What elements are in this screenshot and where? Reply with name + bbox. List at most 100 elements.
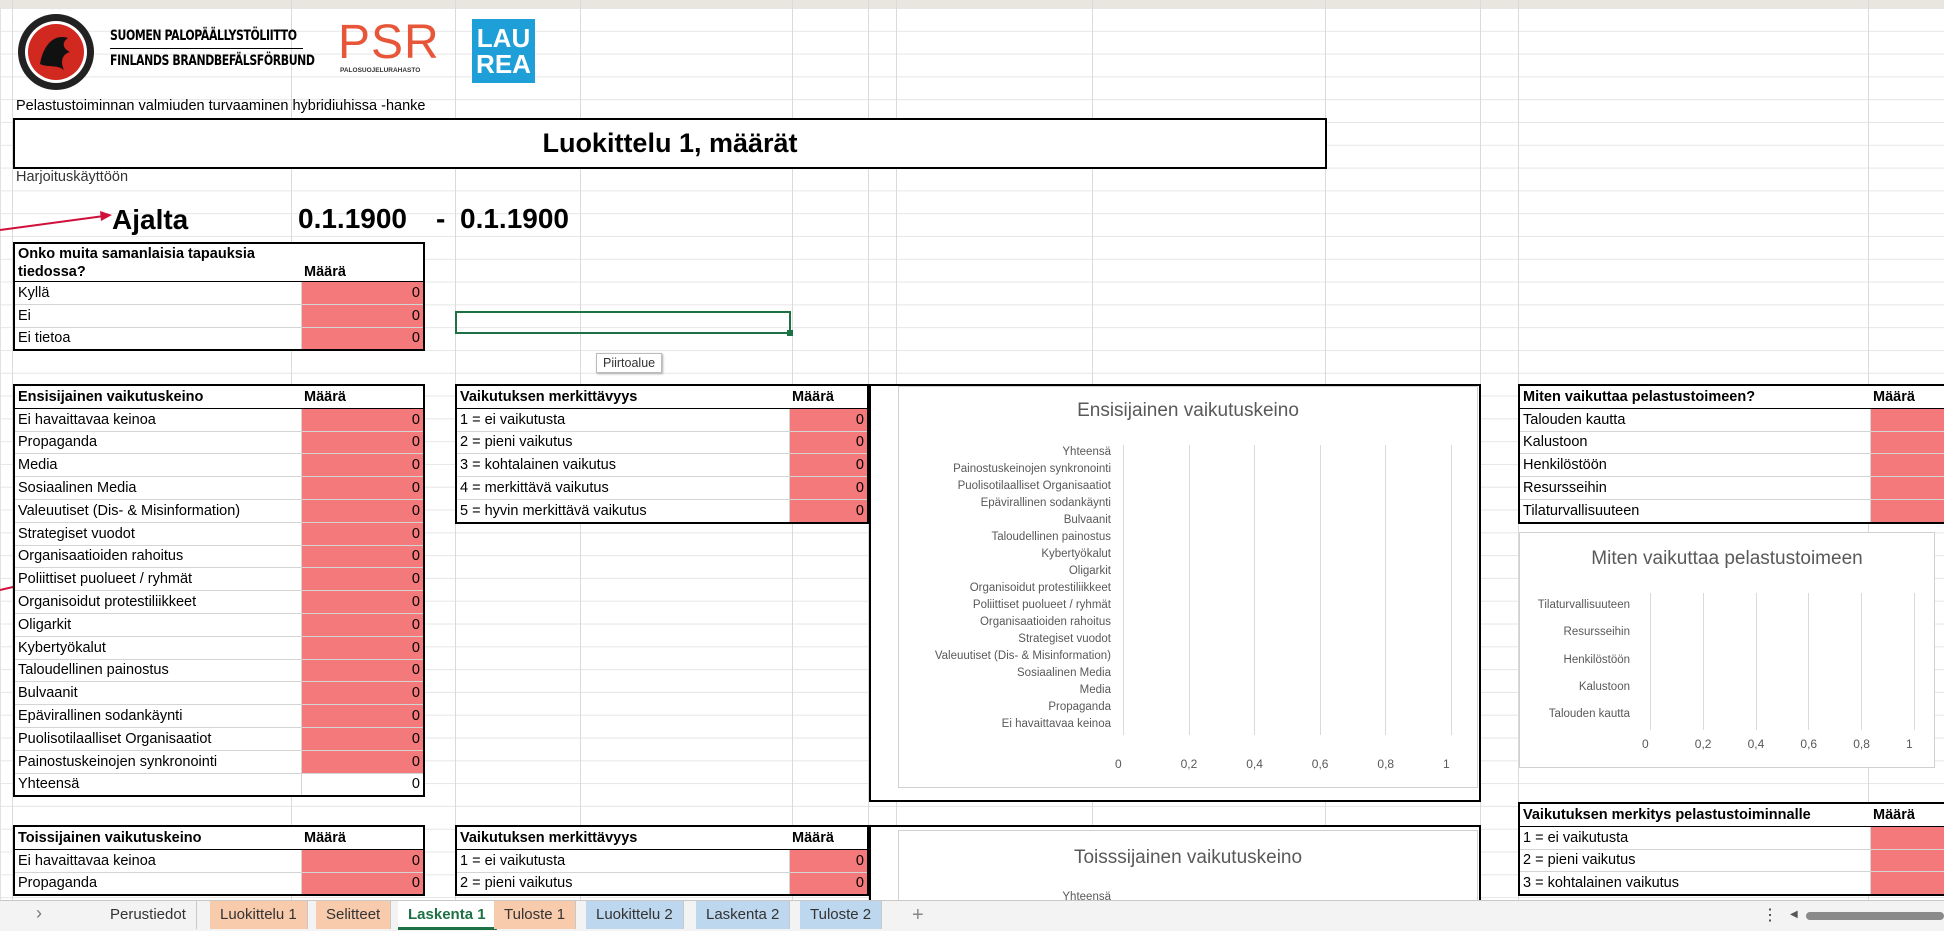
chart-title: Toisssijainen vaikutuskeino [1073,847,1303,868]
row-value[interactable]: 0 [300,567,424,592]
secondary-chart[interactable]: Toisssijainen vaikutuskeino Yhteensä [898,830,1478,903]
row-value[interactable]: 0 [1869,826,1944,850]
add-sheet-button[interactable]: + [902,901,934,929]
row-value[interactable]: 0 [1869,499,1944,524]
table-row: Kybertyökalut 0 [14,636,424,660]
row-value[interactable]: 0 [300,499,424,523]
tab-perustiedot[interactable]: Perustiedot [100,901,197,929]
chart-category-label: Strategiset vuodot [1018,633,1111,646]
table-row: Talouden kautta0 [1519,408,1944,432]
row-value[interactable]: 0 [300,636,424,660]
row-value[interactable]: 0 [788,499,868,524]
tab-tuloste-2[interactable]: Tuloste 2 [800,901,883,929]
chart-title: Ensisijainen vaikutuskeino [1077,400,1299,421]
row-value[interactable]: 0 [300,304,424,328]
chart-category-label: Oligarkit [1068,564,1111,577]
significance-header: Vaikutuksen merkittävyys [456,385,789,409]
row-value[interactable]: 0 [1869,871,1944,896]
row-value[interactable]: 0 [300,849,424,873]
chart-category-label: Organisoidut protestiliikkeet [969,582,1111,594]
table-row: Henkilöstöön0 [1519,453,1944,478]
chart-category-label: Valeuutiset (Dis- & Misinformation) [934,650,1111,663]
effect-chart[interactable]: Miten vaikuttaa pelastustoimeen Tilaturv… [1519,532,1935,768]
table-row: Bulvaanit 0 [14,681,424,706]
tab-luokittelu-1[interactable]: Luokittelu 1 [210,901,308,929]
primary-chart[interactable]: Ensisijainen vaikutuskeino Yhteensä Paino… [898,386,1478,788]
row-label: Painostuskeinojen synkronointi [14,750,301,774]
row-value[interactable]: 0 [300,750,424,774]
row-value[interactable]: 0 [1869,849,1944,873]
tab-luokittelu-2[interactable]: Luokittelu 2 [586,901,684,929]
row-value[interactable]: 0 [788,431,868,455]
row-value[interactable]: 0 [300,704,424,728]
row-label: Organisaatioiden rahoitus [14,545,301,569]
row-label: 5 = hyvin merkittävä vaikutus [456,499,789,524]
row-value[interactable]: 0 [1869,431,1944,455]
row-label: Ei havaittavaa keinoa [14,408,301,432]
selected-cell[interactable] [455,311,791,334]
tab-laskenta-1[interactable]: Laskenta 1 [398,901,497,930]
row-value[interactable]: 0 [300,522,424,546]
similar-header-line1: Onko muita samanlaisia tapauksia [18,246,255,262]
row-value[interactable]: 0 [300,453,424,478]
row-value[interactable]: 0 [300,281,424,305]
row-value[interactable]: 0 [300,408,424,432]
meaning-header: Vaikutuksen merkitys pelastustoiminnalle [1519,803,1870,827]
row-value[interactable]: 0 [300,590,424,614]
table-row: Valeuutiset (Dis- & Misinformation) 0 [14,499,424,523]
primary-col-header: Määrä [301,385,424,409]
row-value[interactable]: 0 [788,872,868,896]
row-label: Henkilöstöön [1519,453,1870,478]
row-label: 1 = ei vaikutusta [456,849,789,873]
table-row: 4 = merkittävä vaikutus 0 [456,476,868,500]
chart-gridline [1385,445,1387,735]
chart-category-label: Resursseihin [1563,626,1630,639]
row-value[interactable]: 0 [788,849,868,873]
row-label: 1 = ei vaikutusta [456,408,789,432]
row-value[interactable]: 0 [788,408,868,432]
chart-gridline [1123,445,1124,735]
row-value[interactable]: 0 [300,476,424,500]
chart-category-label: Organisaatioiden rahoitus [979,616,1111,629]
row-label: Ei [14,304,301,328]
row-label: Sosiaalinen Media [14,476,301,500]
chart-tick-label: 0,8 [1853,737,1870,751]
chart-tick-label: 1 [1906,737,1913,751]
row-value[interactable]: 0 [300,727,424,751]
effect-table: Miten vaikuttaa pelastustoimeen? Määrä T… [1518,384,1944,524]
laurea-line1: LAU [476,23,531,53]
table-header-row: Toissijainen vaikutuskeino Määrä [14,826,424,850]
scroll-left-icon[interactable]: ◀ [1790,909,1798,920]
row-value[interactable]: 0 [300,659,424,683]
table-row: Ei 0 [14,304,424,328]
row-value[interactable]: 0 [300,613,424,637]
row-value[interactable]: 0 [1869,408,1944,432]
scrollbar-thumb[interactable] [1806,912,1944,920]
tab-tuloste-1[interactable]: Tuloste 1 [494,901,577,929]
selected-cell-handle[interactable] [787,330,793,336]
chart-category-label: Kalustoon [1578,680,1630,693]
table-row: 1 = ei vaikutusta0 [1519,826,1944,850]
page-title: Luokittelu 1, määrät [13,118,1327,169]
spal-logo [16,12,96,92]
org-divider [110,48,303,49]
row-label: Valeuutiset (Dis- & Misinformation) [14,499,301,523]
row-value[interactable]: 0 [788,476,868,500]
tab-scroll-arrow[interactable]: › [36,903,42,924]
row-value[interactable]: 0 [300,327,424,351]
row-value[interactable]: 0 [300,872,424,896]
tab-selitteet[interactable]: Selitteet [316,901,392,929]
table-row: Ei havaittavaa keinoa 0 [14,408,424,432]
row-value[interactable]: 0 [1869,476,1944,500]
row-value[interactable]: 0 [300,545,424,569]
row-value[interactable]: 0 [300,681,424,706]
horizontal-scrollbar[interactable]: ◀ [1790,909,1944,920]
more-options-icon[interactable]: ⋮ [1762,905,1778,925]
tab-laskenta-2[interactable]: Laskenta 2 [696,901,791,929]
row-value[interactable]: 0 [1869,453,1944,478]
row-label: 3 = kohtalainen vaikutus [456,453,789,478]
chart-tick-label: 0,4 [1246,757,1263,771]
chart-tick-label: 1 [1443,757,1450,771]
row-value[interactable]: 0 [788,453,868,478]
row-value[interactable]: 0 [300,431,424,455]
